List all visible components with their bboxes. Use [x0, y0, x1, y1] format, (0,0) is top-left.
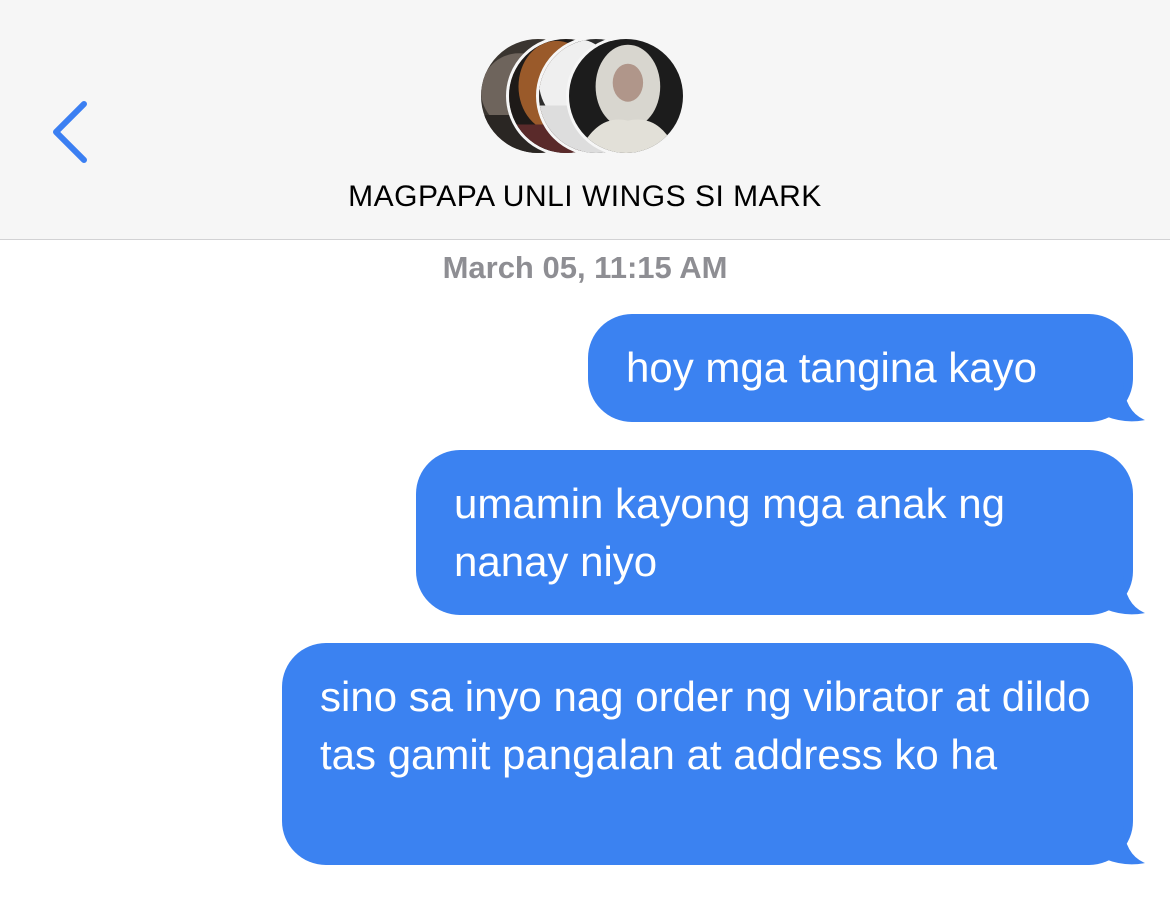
message-text: sino sa inyo nag order ng vibrator at di… — [320, 673, 1091, 778]
conversation-header: MAGPAPA UNLI WINGS SI MARK — [0, 0, 1170, 240]
avatar — [566, 36, 686, 156]
message-timestamp: March 05, 11:15 AM — [442, 250, 728, 285]
bubble-tail — [1105, 575, 1145, 615]
message-text: umamin kayong mga anak ng nanay niyo — [454, 480, 1005, 585]
message-text: hoy mga tangina kayo — [626, 344, 1037, 391]
bubble-tail — [1105, 825, 1145, 865]
message-bubble[interactable]: umamin kayong mga anak ng nanay niyo — [416, 450, 1145, 615]
back-button[interactable] — [40, 90, 110, 180]
message-bubble[interactable]: hoy mga tangina kayo — [588, 314, 1145, 422]
group-title[interactable]: MAGPAPA UNLI WINGS SI MARK — [0, 180, 1170, 214]
bubble-tail — [1105, 382, 1145, 422]
group-avatars[interactable] — [478, 36, 694, 162]
chevron-left-icon — [53, 101, 87, 163]
message-bubble[interactable]: sino sa inyo nag order ng vibrator at di… — [282, 643, 1145, 865]
